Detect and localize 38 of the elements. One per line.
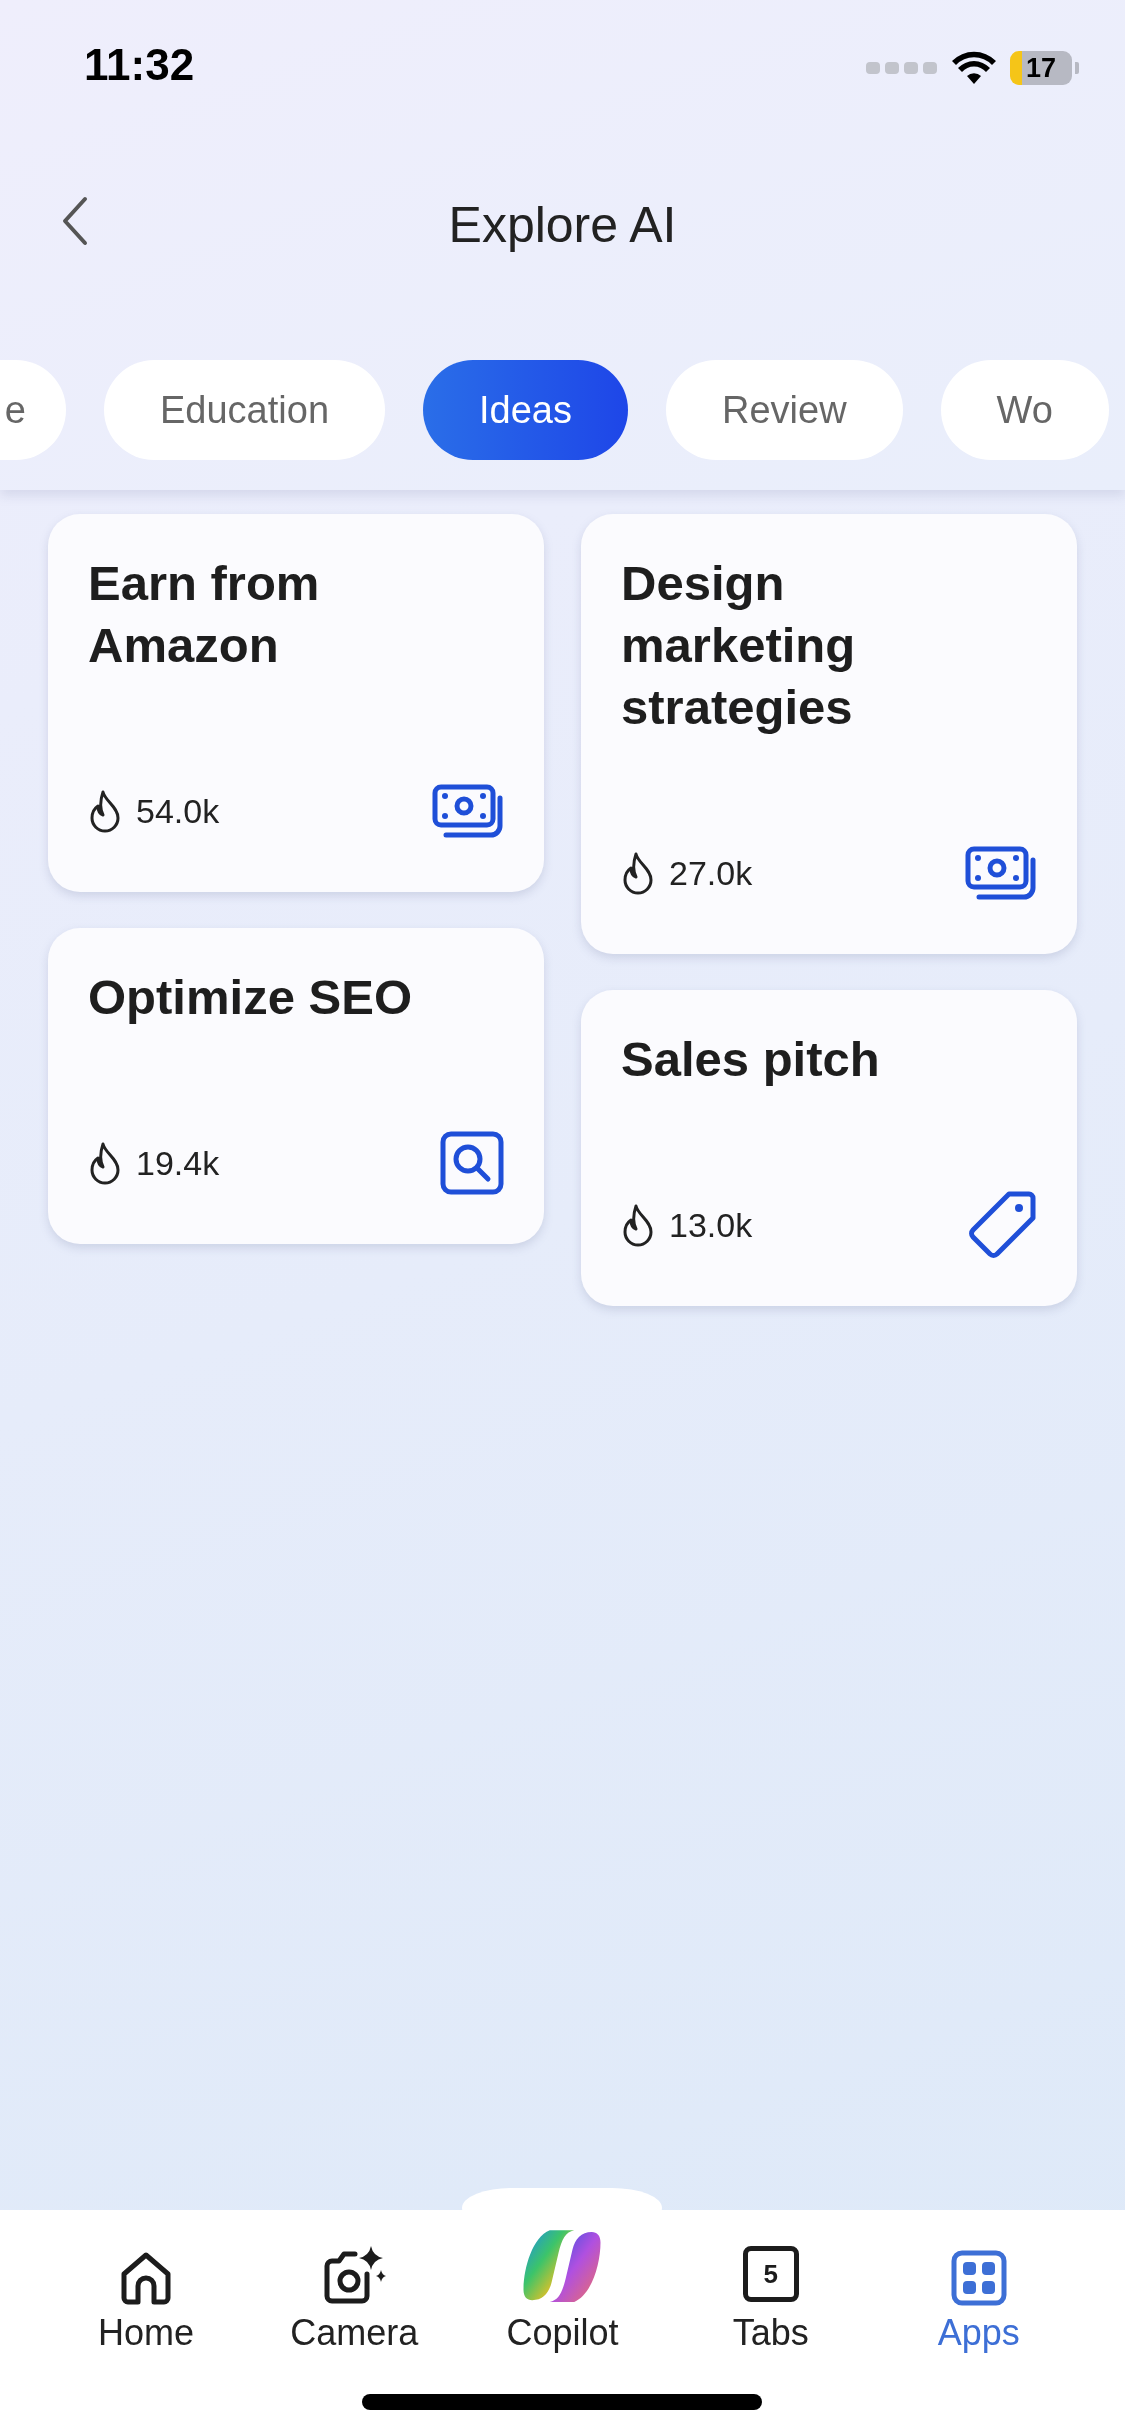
money-icon [965,846,1037,900]
status-time: 11:32 [84,40,196,91]
popularity-count: 54.0k [136,791,221,831]
grid-icon [950,2250,1007,2306]
idea-card[interactable]: Sales pitch 13.0k [581,990,1077,1306]
popularity-count: 27.0k [669,853,754,893]
idea-card[interactable]: Earn from Amazon 54.0k [48,514,544,892]
search-icon [440,1131,504,1195]
card-title: Optimize SEO [88,969,413,1026]
category-tab[interactable]: Review [666,360,903,460]
flame-icon [88,1141,122,1185]
category-tab[interactable]: Ideas [423,360,628,460]
tag-icon [967,1190,1037,1260]
card-title: Design marketing strategies [621,555,857,736]
nav-item[interactable]: Apps [898,2228,1059,2354]
nav-item[interactable]: Home [66,2228,227,2354]
card-title: Sales pitch [621,1031,881,1088]
wifi-icon [952,51,996,85]
flame-icon [88,789,122,833]
flame-icon [621,851,655,895]
flame-icon [621,1203,655,1247]
back-button[interactable] [60,196,90,246]
nav-item[interactable]: Camera [274,2228,435,2354]
idea-card[interactable]: Optimize SEO 19.4k [48,928,544,1244]
money-icon [432,784,504,838]
card-title: Earn from Amazon [88,555,321,674]
nav-item[interactable]: Copilot [482,2222,643,2354]
tabs-icon: 5 [742,2246,799,2302]
battery-level: 17 [1010,51,1072,85]
nav-item[interactable]: 5 Tabs [690,2228,851,2354]
category-tab[interactable]: e [0,360,66,460]
page-title: Explore AI [448,196,677,254]
popularity-count: 19.4k [136,1143,221,1183]
cellular-signal-icon [866,61,938,75]
category-tab[interactable]: Education [104,360,385,460]
popularity-count: 13.0k [669,1205,754,1245]
idea-card[interactable]: Design marketing strategies 27.0k [581,514,1077,954]
category-tab[interactable]: Wo [940,360,1109,460]
